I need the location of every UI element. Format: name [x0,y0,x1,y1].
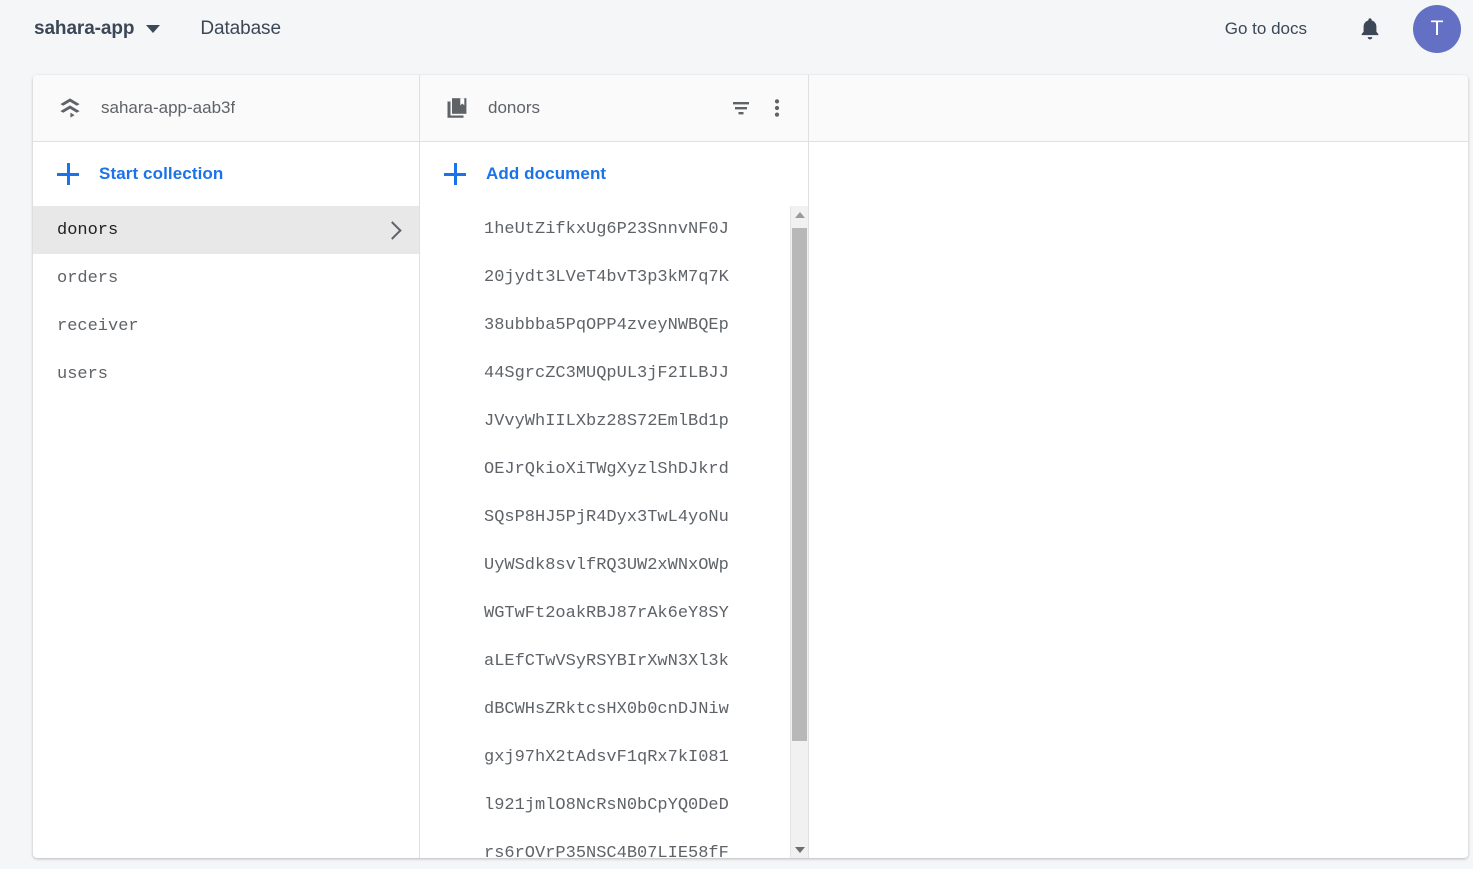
notifications-button[interactable] [1353,12,1387,46]
document-detail-header [809,75,1468,142]
document-detail-empty-state [809,142,1468,858]
document-list: 1heUtZifkxUg6P23SnnvNF0J 20jydt3LVeT4bvT3… [420,206,808,858]
scrollbar-thumb[interactable] [792,228,807,741]
document-list-scrollbar[interactable] [790,206,808,858]
document-list-item[interactable]: rs6rOVrP35NSC4B07LIE58fF [420,830,808,858]
document-detail-panel [809,75,1468,858]
document-list-item[interactable]: 44SgrcZC3MUQpUL3jF2ILBJJ [420,350,808,398]
database-instance-name: sahara-app-aab3f [101,98,236,117]
more-vert-icon [774,99,780,117]
triangle-down-glyph [794,846,805,853]
document-list-container: 1heUtZifkxUg6P23SnnvNF0J 20jydt3LVeT4bvT3… [420,206,808,858]
document-list-item[interactable]: gxj97hX2tAdsvF1qRx7kI081 [420,734,808,782]
document-list-item[interactable]: dBCWHsZRktcsHX0b0cnDJNiw [420,686,808,734]
document-list-item[interactable]: aLEfCTwVSyRSYBIrXwN3Xl3k [420,638,808,686]
document-list-item[interactable]: OEJrQkioXiTWgXyzlShDJkrd [420,446,808,494]
go-to-docs-link[interactable]: Go to docs [1225,19,1307,39]
documents-panel-header: donors [420,75,808,142]
caret-down-icon [146,24,161,33]
notification-bell-icon [1361,17,1379,39]
document-list-item[interactable]: WGTwFt2oakRBJ87rAk6eY8SY [420,590,808,638]
collection-name: users [57,364,109,384]
project-name: sahara-app [34,17,135,39]
project-switcher[interactable]: sahara-app [30,14,164,44]
filter-list-icon [733,102,749,115]
scroll-down-arrow-icon[interactable] [791,841,808,858]
top-app-bar: sahara-app Database Go to docs T [0,0,1473,57]
collection-overflow-menu-button[interactable] [762,93,792,123]
sidebar-item-receiver[interactable]: receiver [33,302,419,350]
collection-name: orders [57,268,119,288]
collection-icon [444,95,470,121]
firestore-data-panel: sahara-app-aab3f Start collection donors… [33,75,1468,858]
start-collection-button[interactable]: Start collection [33,142,419,206]
triangle-up-glyph [794,211,805,218]
chevron-right-icon [383,220,402,240]
start-collection-label: Start collection [99,164,224,183]
sidebar-item-users[interactable]: users [33,350,419,398]
collections-panel: sahara-app-aab3f Start collection donors… [33,75,420,858]
avatar-initial: T [1430,16,1444,40]
collections-panel-header: sahara-app-aab3f [33,75,419,142]
collection-name: donors [57,220,119,240]
document-list-item[interactable]: JVvyWhIILXbz28S72EmlBd1p [420,398,808,446]
sidebar-item-donors[interactable]: donors [33,206,419,254]
collection-list: donors orders receiver users [33,206,419,858]
firestore-database-icon [57,95,83,121]
filter-button[interactable] [726,93,756,123]
add-document-label: Add document [486,164,607,183]
collection-name: receiver [57,316,139,336]
documents-panel: donors Add document 1heUtZifkxUg6P23Snnv… [420,75,809,858]
avatar[interactable]: T [1413,4,1461,53]
add-document-button[interactable]: Add document [420,142,808,206]
collection-title: donors [488,98,540,117]
document-list-item[interactable]: 38ubbba5PqOPP4zveyNWBQEp [420,302,808,350]
plus-icon [444,163,466,185]
plus-icon [57,163,79,185]
document-list-item[interactable]: 1heUtZifkxUg6P23SnnvNF0J [420,206,808,254]
document-list-item[interactable]: l921jmlO8NcRsN0bCpYQ0DeD [420,782,808,830]
document-list-item[interactable]: 20jydt3LVeT4bvT3p3kM7q7K [420,254,808,302]
sidebar-item-orders[interactable]: orders [33,254,419,302]
scroll-up-arrow-icon[interactable] [791,206,808,223]
page-title: Database [200,17,281,39]
document-list-item[interactable]: SQsP8HJ5PjR4Dyx3TwL4yoNu [420,494,808,542]
document-list-item[interactable]: UyWSdk8svlfRQ3UW2xWNxOWp [420,542,808,590]
